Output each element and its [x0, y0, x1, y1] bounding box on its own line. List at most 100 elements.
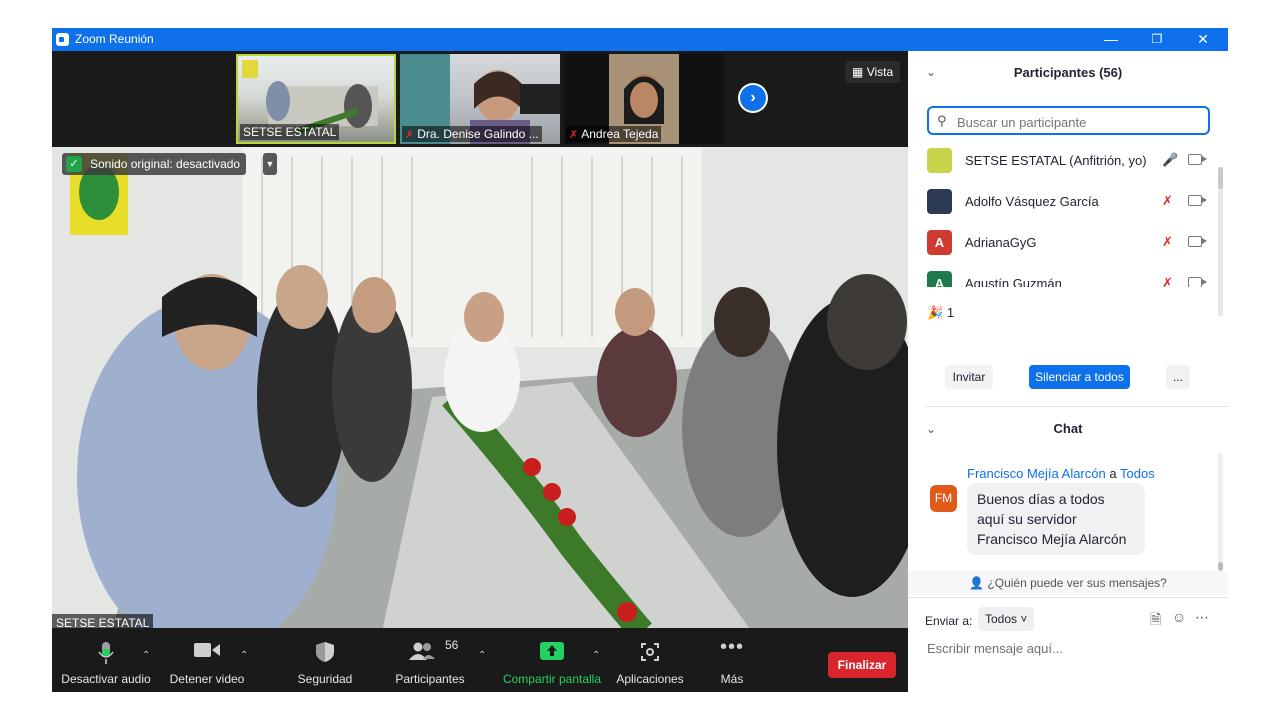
participant-name: AdrianaGyG — [965, 235, 1037, 250]
apps-button[interactable]: Aplicaciones — [612, 628, 688, 692]
security-button[interactable]: Seguridad — [288, 628, 362, 692]
chat-message-bubble[interactable]: Buenos días a todos aquí su servidor Fra… — [967, 483, 1145, 555]
video-camera-icon[interactable] — [1188, 195, 1207, 206]
apps-label: Aplicaciones — [616, 672, 684, 686]
mute-all-button[interactable]: Silenciar a todos — [1029, 365, 1130, 389]
participants-label: Participantes — [395, 672, 465, 686]
chat-header: ⌄ Chat — [908, 409, 1228, 449]
message-sender-line: Francisco Mejía Alarcón a Todos — [967, 466, 1155, 481]
share-screen-label: Compartir pantalla — [502, 672, 602, 686]
avatar — [927, 148, 952, 173]
chat-title: Chat — [1053, 421, 1083, 436]
mute-audio-button[interactable]: Desactivar audio — [58, 628, 154, 692]
video-camera-icon[interactable] — [1188, 154, 1207, 165]
mute-audio-label: Desactivar audio — [61, 672, 151, 686]
send-to-dropdown[interactable]: Todos ˅ — [978, 607, 1035, 631]
view-label: Vista — [866, 65, 894, 79]
mic-muted-icon[interactable]: ✗ — [1162, 275, 1173, 287]
participant-search[interactable]: ⚲ — [927, 106, 1210, 135]
video-thumbnail[interactable]: ✗ Andrea Tejeda — [564, 54, 724, 144]
restore-button[interactable]: ❐ — [1134, 28, 1180, 51]
thumbnail-name: SETSE ESTATAL — [240, 124, 340, 140]
avatar: A — [927, 230, 952, 255]
original-sound-toggle[interactable]: ✓ Sonido original: desactivado — [62, 153, 247, 175]
file-icon[interactable]: 🗎 — [1150, 609, 1161, 633]
participants-button[interactable]: 56 Participantes — [388, 628, 472, 692]
emoji-icon[interactable]: ☺ — [1172, 609, 1186, 625]
divider — [908, 597, 1228, 598]
view-button[interactable]: ▦ Vista — [845, 61, 901, 83]
thumbnail-name: ✗ Andrea Tejeda — [566, 126, 662, 142]
video-camera-icon — [194, 643, 220, 657]
divider — [926, 406, 1228, 407]
who-can-see-link[interactable]: 👤 ¿Quién puede ver sus mensajes? — [908, 571, 1228, 595]
video-camera-icon[interactable] — [1188, 236, 1207, 247]
avatar: A — [927, 271, 952, 287]
meeting-toolbar: Desactivar audio ⌃ Detener video ⌃ Segur… — [52, 628, 908, 692]
participant-search-input[interactable] — [955, 111, 1204, 133]
mic-muted-icon[interactable]: ✗ — [1162, 234, 1173, 250]
reaction-summary: 🎉 1 — [927, 305, 954, 321]
person-lock-icon: 👤 — [969, 576, 985, 590]
apps-icon — [641, 643, 659, 661]
message-sender[interactable]: Francisco Mejía Alarcón — [967, 466, 1106, 481]
audio-options-caret[interactable]: ⌃ — [142, 650, 150, 661]
minimize-button[interactable]: — — [1088, 28, 1134, 51]
send-to-value: Todos — [985, 612, 1018, 626]
mic-muted-icon[interactable]: ✗ — [1162, 193, 1173, 209]
participant-row[interactable]: Adolfo Vásquez García ✗ — [908, 182, 1216, 222]
search-icon: ⚲ — [937, 113, 947, 128]
message-to-word: a — [1109, 466, 1117, 481]
participant-row[interactable]: SETSE ESTATAL (Anfitrión, yo) 🎤 — [908, 141, 1216, 181]
shield-check-icon: ✓ — [66, 156, 82, 172]
chat-message-input[interactable] — [925, 636, 1219, 660]
participants-scrollbar[interactable] — [1218, 167, 1223, 317]
participants-header: ⌄ Participantes (56) — [908, 51, 1228, 95]
stop-video-button[interactable]: Detener video — [162, 628, 252, 692]
end-meeting-button[interactable]: Finalizar — [828, 652, 896, 678]
message-recipient[interactable]: Todos — [1120, 466, 1155, 481]
next-page-button[interactable]: › — [738, 83, 768, 113]
thumbnail-name: ✗ Dra. Denise Galindo ... — [402, 126, 542, 142]
participants-count: 56 — [445, 638, 459, 652]
participants-title: Participantes (56) — [1013, 65, 1123, 80]
conference-room-image — [52, 147, 908, 632]
zoom-window: Zoom Reunión — ❐ ✕ SETSE ESTATAL ✗ Dra. … — [52, 28, 1228, 692]
participant-row[interactable]: A AdrianaGyG ✗ — [908, 223, 1216, 263]
participants-options-caret[interactable]: ⌃ — [478, 650, 486, 661]
participant-name: Adolfo Vásquez García — [965, 194, 1099, 209]
participant-name: Agustín Guzmán — [965, 276, 1062, 287]
shield-icon — [316, 642, 334, 662]
original-sound-label: Sonido original: desactivado — [90, 157, 241, 171]
participant-name: SETSE ESTATAL (Anfitrión, yo) — [965, 153, 1147, 168]
video-thumbnail[interactable]: SETSE ESTATAL — [236, 54, 396, 144]
participants-icon — [409, 642, 435, 660]
share-screen-icon — [540, 642, 564, 660]
mic-muted-icon: ✗ — [569, 129, 579, 141]
share-options-caret[interactable]: ⌃ — [592, 650, 600, 661]
microphone-icon[interactable]: 🎤 — [1162, 152, 1178, 168]
chat-scrollbar[interactable] — [1218, 453, 1223, 571]
share-screen-button[interactable]: Compartir pantalla — [498, 628, 606, 692]
video-camera-icon[interactable] — [1188, 277, 1207, 287]
close-button[interactable]: ✕ — [1180, 28, 1226, 51]
send-to-label: Enviar a: — [925, 614, 973, 628]
more-button[interactable]: ••• Más — [706, 628, 758, 692]
video-thumbnail[interactable]: ✗ Dra. Denise Galindo ... — [400, 54, 560, 144]
avatar — [927, 189, 952, 214]
participant-row[interactable]: A Agustín Guzmán ✗ — [908, 264, 1216, 287]
meeting-area: SETSE ESTATAL ✗Dra. Denise Galindo ... — [52, 51, 908, 692]
original-sound-dropdown[interactable]: ▼ — [263, 153, 277, 175]
invite-button[interactable]: Invitar — [945, 365, 993, 389]
more-dots-icon[interactable]: ⋯ — [1195, 609, 1209, 626]
avatar: FM — [930, 485, 957, 512]
more-options-button[interactable]: ... — [1166, 365, 1190, 389]
party-popper-icon: 🎉 — [927, 305, 944, 320]
main-video: ✓ Sonido original: desactivado ▼ SETSE E… — [52, 147, 908, 632]
video-options-caret[interactable]: ⌃ — [240, 650, 248, 661]
thumbnail-strip: SETSE ESTATAL ✗Dra. Denise Galindo ... — [52, 51, 908, 147]
title-bar: Zoom Reunión — ❐ ✕ — [52, 28, 1228, 51]
reaction-count: 1 — [946, 305, 955, 320]
participant-list: SETSE ESTATAL (Anfitrión, yo) 🎤 Adolfo V… — [908, 141, 1228, 287]
thumbnail-name-text: Andrea Tejeda — [581, 127, 659, 141]
